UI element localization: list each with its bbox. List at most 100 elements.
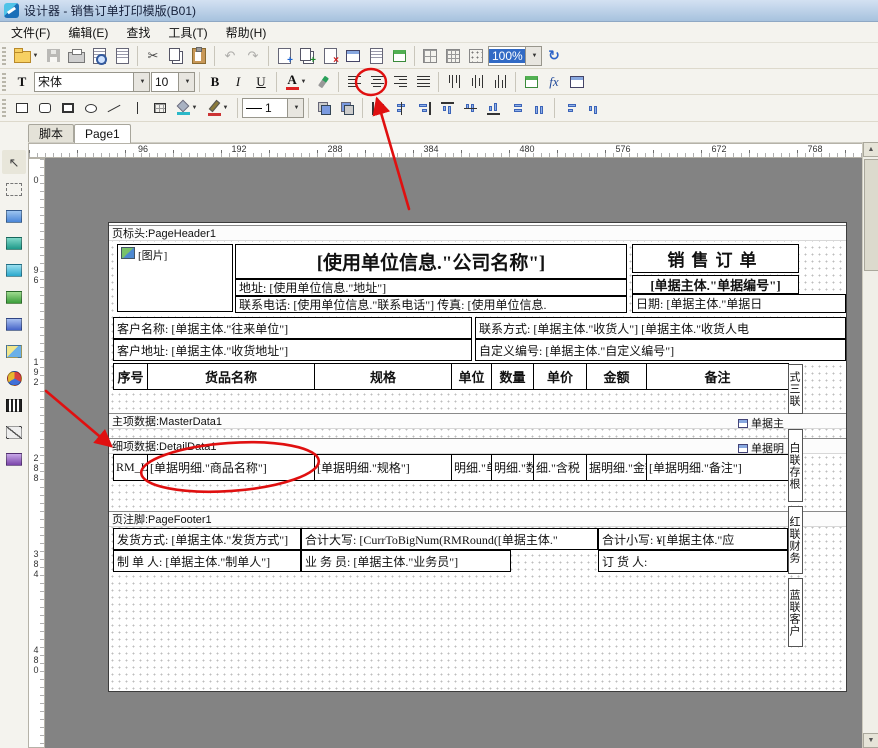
paste-button[interactable] — [188, 45, 210, 67]
detail-cell-amount[interactable]: 据明细."金额 — [586, 454, 647, 481]
customer-address-field[interactable]: 客户地址: [单据主体."收货地址"] — [113, 339, 472, 361]
detail-cell-qty[interactable]: 明细."数 — [491, 454, 534, 481]
scroll-down-button[interactable]: ▼ — [863, 733, 878, 748]
vertical-scrollbar[interactable]: ▲ ▼ — [862, 142, 878, 748]
copy-page-button[interactable]: + — [296, 45, 318, 67]
detail-cell-product[interactable]: [单据明细."商品名称"] — [147, 454, 315, 481]
align-tops-button[interactable] — [436, 97, 458, 119]
send-back-button[interactable] — [336, 97, 358, 119]
band-list-button[interactable] — [365, 45, 387, 67]
zoom-select[interactable]: 100% ▼ — [488, 46, 542, 66]
doc-number-field[interactable]: [单据主体."单据编号"] — [632, 275, 799, 294]
image-tool[interactable] — [2, 339, 26, 363]
redo-button[interactable]: ↷ — [242, 45, 264, 67]
richtext-tool[interactable] — [2, 258, 26, 282]
snap-grid-button[interactable] — [442, 45, 464, 67]
barcode-tool[interactable] — [2, 393, 26, 417]
column-header-product[interactable]: 货品名称 — [147, 363, 315, 390]
new-button[interactable]: ▼ — [11, 45, 41, 67]
underline-button[interactable]: U — [250, 71, 272, 93]
column-header-spec[interactable]: 规格 — [314, 363, 452, 390]
show-grid-button[interactable] — [419, 45, 441, 67]
doc-title-field[interactable]: 销售订单 — [632, 244, 799, 273]
align-lefts-button[interactable] — [367, 97, 389, 119]
grid-dots-button[interactable] — [465, 45, 487, 67]
scrollbar-thumb[interactable] — [864, 159, 878, 271]
column-header-seq[interactable]: 序号 — [113, 363, 148, 390]
column-header-amount[interactable]: 金额 — [586, 363, 647, 390]
italic-button[interactable]: I — [227, 71, 249, 93]
menu-file[interactable]: 文件(F) — [2, 22, 59, 43]
vline-tool-button[interactable] — [126, 97, 148, 119]
phone-fax-field[interactable]: 联系电话: [使用单位信息."联系电话"] 传真: [使用单位信息. — [235, 296, 627, 313]
line-color-button[interactable]: ▼ — [203, 97, 233, 119]
marquee-tool[interactable] — [2, 177, 26, 201]
font-color-button[interactable]: A ▼ — [281, 71, 311, 93]
ship-method-field[interactable]: 发货方式: [单据主体."发货方式"] — [113, 528, 301, 550]
roundrect-tool-button[interactable] — [34, 97, 56, 119]
copy-label-3[interactable]: 红联财务 — [788, 506, 803, 574]
column-header-price[interactable]: 单价 — [533, 363, 587, 390]
line-style-select[interactable]: 1 ▼ — [242, 98, 304, 118]
menu-tools[interactable]: 工具(T) — [159, 22, 216, 43]
same-height-button[interactable] — [582, 97, 604, 119]
insert-band-button[interactable] — [342, 45, 364, 67]
menu-help[interactable]: 帮助(H) — [217, 22, 276, 43]
report-page[interactable]: 页标头:PageHeader1 [图片] [使用单位信息."公司名称"] 地址:… — [108, 222, 847, 692]
cut-button[interactable]: ✂ — [142, 45, 164, 67]
maker-field[interactable]: 制 单 人: [单据主体."制单人"] — [113, 550, 301, 572]
table-button[interactable] — [566, 71, 588, 93]
dbfield-tool[interactable] — [2, 285, 26, 309]
toolbar-grip[interactable] — [2, 47, 6, 65]
ellipse-tool-button[interactable] — [80, 97, 102, 119]
valign-bottom-button[interactable] — [489, 71, 511, 93]
memo-tool[interactable] — [2, 231, 26, 255]
thickrect-tool-button[interactable] — [57, 97, 79, 119]
label-tool[interactable] — [2, 204, 26, 228]
detail-cell-seq[interactable]: RM_Li — [113, 454, 148, 481]
company-name-field[interactable]: [使用单位信息."公司名称"] — [235, 244, 627, 279]
dbmemo-tool[interactable] — [2, 312, 26, 336]
menu-find[interactable]: 查找 — [117, 22, 159, 43]
ole-tool[interactable] — [2, 447, 26, 471]
export-button[interactable] — [111, 45, 133, 67]
amount-words-field[interactable]: 合计大写: [CurrToBigNum(RMRound([单据主体." — [301, 528, 598, 550]
band-master-data[interactable]: 主项数据:MasterData1 单据主 — [109, 413, 846, 429]
valign-top-button[interactable] — [443, 71, 465, 93]
print-button[interactable] — [65, 45, 87, 67]
insert-field-button[interactable] — [520, 71, 542, 93]
expression-button[interactable]: fx — [543, 71, 565, 93]
align-left-button[interactable] — [343, 71, 365, 93]
rectangle-tool-button[interactable] — [11, 97, 33, 119]
date-field[interactable]: 日期: [单据主体."单据日 — [632, 294, 846, 313]
align-middles-button[interactable] — [459, 97, 481, 119]
zoom-dropdown[interactable]: ▼ — [525, 47, 541, 65]
undo-button[interactable]: ↶ — [219, 45, 241, 67]
align-center-button[interactable] — [366, 71, 388, 93]
copy-button[interactable] — [165, 45, 187, 67]
format-painter-button[interactable] — [312, 71, 334, 93]
print-preview-button[interactable] — [88, 45, 110, 67]
amount-value-field[interactable]: 合计小写: ¥[单据主体."应 — [598, 528, 788, 550]
tab-page1[interactable]: Page1 — [74, 124, 131, 143]
line-tool-button[interactable] — [103, 97, 125, 119]
scroll-up-button[interactable]: ▲ — [863, 142, 878, 157]
copy-label-1[interactable]: 式三联 — [788, 364, 803, 414]
copy-label-4[interactable]: 蓝联客户 — [788, 578, 803, 647]
shape-tool[interactable] — [2, 420, 26, 444]
salesman-field[interactable]: 业 务 员: [单据主体."业务员"] — [301, 550, 511, 572]
orderer-field[interactable]: 订 货 人: — [598, 550, 788, 572]
align-centers-button[interactable] — [390, 97, 412, 119]
image-placeholder[interactable]: [图片] — [117, 244, 233, 312]
insert-page-button[interactable]: + — [273, 45, 295, 67]
detail-cell-price[interactable]: 细."含税 — [533, 454, 587, 481]
column-header-unit[interactable]: 单位 — [451, 363, 492, 390]
copy-label-2[interactable]: 白联存根 — [788, 429, 803, 502]
space-down-button[interactable] — [528, 97, 550, 119]
align-rights-button[interactable] — [413, 97, 435, 119]
chart-tool[interactable] — [2, 366, 26, 390]
column-header-remark[interactable]: 备注 — [646, 363, 789, 390]
valign-middle-button[interactable] — [466, 71, 488, 93]
align-right-button[interactable] — [389, 71, 411, 93]
tab-script[interactable]: 脚本 — [28, 124, 74, 142]
